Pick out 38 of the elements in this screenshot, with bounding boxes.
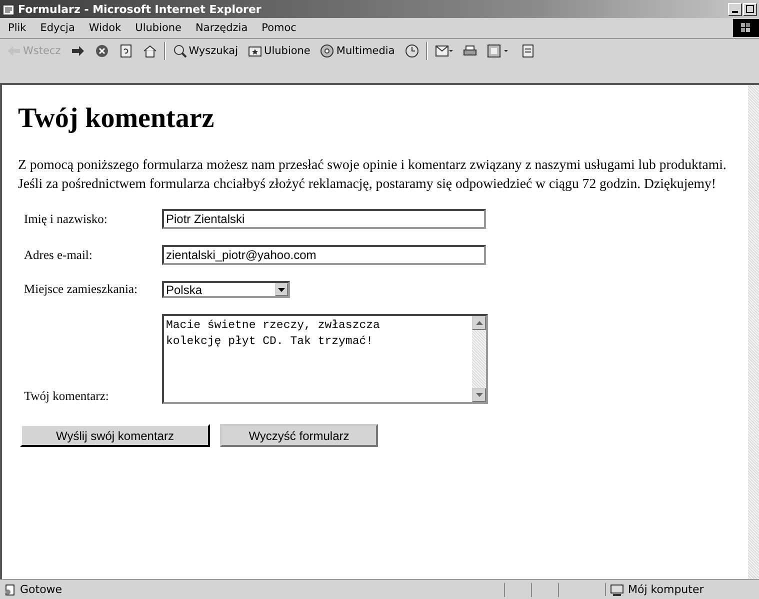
search-icon [172,44,187,58]
star-folder-icon [248,44,262,58]
status-text: Gotowe [20,583,64,596]
menu-item[interactable]: Ulubione [135,22,182,34]
page-heading: Twój komentarz [18,103,216,135]
menu-item[interactable]: Narzędzia [196,22,248,34]
field-label: Miejsce zamieszkania: [23,282,138,297]
comment-textarea[interactable]: Macie świetne rzeczy, zwłaszcza kolekcję płyt CD. Tak trzymać! [162,314,488,404]
media-button[interactable]: Multimedia [317,44,398,58]
scrollbar[interactable] [748,85,759,579]
menu-item[interactable]: Edycja [40,22,75,34]
page-icon [4,584,16,596]
text-field[interactable]: Piotr Zientalski [162,209,486,229]
window-title: Formularz - Microsoft Internet Explorer [18,2,262,16]
maximize-button[interactable] [743,2,757,16]
intro-text: Z pomocą poniższego formularza możesz nam przesłać swoje opinie i komentarz związany z naszymi usługami lub produktami. [18,156,728,174]
scroll-down-icon[interactable] [476,393,482,397]
minimize-button[interactable] [728,2,742,16]
dropdown-arrow-icon [278,288,285,292]
zone-text: Mój komputer [628,583,704,596]
text-field[interactable]: zientalski_piotr@yahoo.com [162,245,486,265]
scroll-up-icon[interactable] [476,321,482,325]
field-label: Adres e-mail: [23,248,94,262]
search-button[interactable]: Wyszukaj [170,44,242,58]
field-label: Twój komentarz: [23,389,110,404]
reset-button[interactable]: Wyczyść formularz [220,424,378,447]
intro-text: Jeśli za pośrednictwem formularza chciałbyś złożyć reklamację, postaramy się odpowiedzieć w ciągu 72 godzin. Dziękujemy! [18,175,718,193]
submit-button[interactable]: Wyślij swój komentarz [20,424,210,447]
maximize-icon [746,5,754,13]
menu-item[interactable]: Pomoc [262,22,296,34]
country-dropdown[interactable]: Polska [162,281,290,298]
browser-icon [2,2,15,16]
disc-icon [320,44,334,58]
menu-item[interactable]: Widok [88,22,122,34]
favorites-button[interactable]: Ulubione [245,44,314,58]
field-label: Imię i nazwisko: [23,212,108,226]
menu-item[interactable]: Plik [8,22,26,34]
computer-icon [610,584,624,596]
